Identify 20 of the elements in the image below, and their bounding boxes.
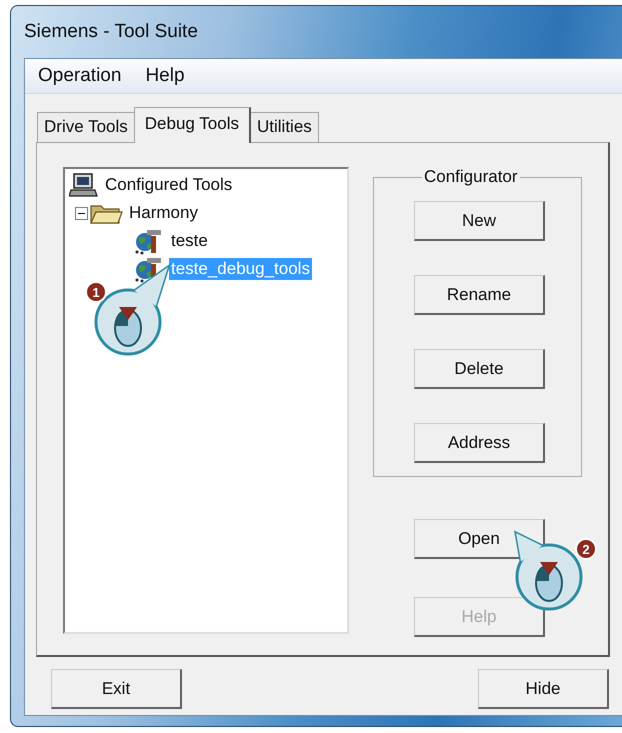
window-title: Siemens - Tool Suite [24, 21, 198, 43]
dialog-button[interactable]: Delete [414, 349, 545, 389]
menu-item[interactable]: Operation [38, 65, 122, 87]
tab[interactable]: Debug Tools [134, 107, 251, 143]
group-title: Configurator [423, 167, 519, 187]
tree-item[interactable]: teste [169, 230, 210, 252]
collapse-toggle[interactable] [75, 206, 88, 220]
tree-item[interactable]: Harmony [127, 202, 200, 224]
step-badge: 2 [575, 538, 597, 560]
dialog-button[interactable]: Exit [51, 669, 182, 709]
menu-item[interactable]: Help [145, 65, 185, 87]
tab[interactable]: Drive Tools [37, 112, 135, 142]
tab[interactable]: Utilities [250, 112, 319, 142]
tree-item[interactable]: Configured Tools [103, 174, 234, 196]
dialog-button[interactable]: Rename [414, 275, 545, 315]
dialog-button[interactable]: New [414, 201, 545, 241]
dialog-button[interactable]: Address [414, 423, 545, 463]
dialog-button[interactable]: Hide [478, 669, 609, 709]
computer-icon [69, 172, 99, 198]
step-badge: 1 [85, 281, 107, 303]
